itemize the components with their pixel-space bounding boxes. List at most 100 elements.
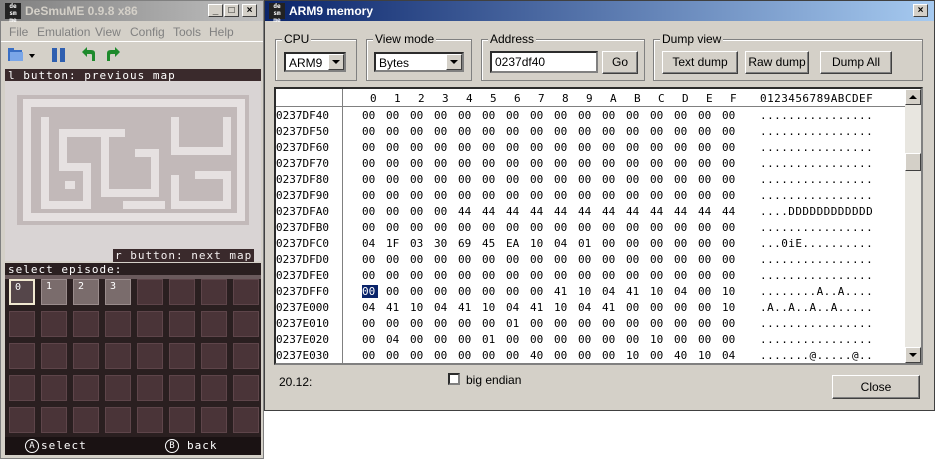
memory-byte[interactable]: 00 <box>674 109 694 122</box>
memory-byte[interactable]: 00 <box>386 157 406 170</box>
memory-byte[interactable]: 00 <box>434 221 454 234</box>
scroll-down-icon[interactable] <box>905 347 921 363</box>
memory-byte[interactable]: 03 <box>410 237 430 250</box>
memory-byte[interactable]: 00 <box>482 109 502 122</box>
memory-byte[interactable]: 00 <box>626 333 646 346</box>
memory-byte[interactable]: 00 <box>722 189 742 202</box>
memory-byte[interactable]: 00 <box>386 221 406 234</box>
locked-tile[interactable] <box>73 343 99 369</box>
memory-byte[interactable]: 00 <box>626 317 646 330</box>
memory-byte[interactable]: 44 <box>506 205 526 218</box>
go-button[interactable]: Go <box>602 51 638 74</box>
memory-byte[interactable]: 00 <box>362 157 382 170</box>
menu-emulation[interactable]: Emulation <box>37 25 90 39</box>
memory-byte[interactable]: 00 <box>386 173 406 186</box>
dump-all-button[interactable]: Dump All <box>820 51 892 74</box>
memory-byte[interactable]: 00 <box>602 221 622 234</box>
locked-tile[interactable] <box>233 343 259 369</box>
memory-byte[interactable]: 00 <box>578 269 598 282</box>
memory-byte[interactable]: 00 <box>578 189 598 202</box>
memory-byte[interactable]: 00 <box>362 173 382 186</box>
locked-tile[interactable] <box>233 407 259 433</box>
locked-tile[interactable] <box>201 407 227 433</box>
memory-byte[interactable]: 00 <box>410 317 430 330</box>
memory-byte[interactable]: 00 <box>650 141 670 154</box>
memory-byte[interactable]: 00 <box>578 253 598 266</box>
memory-byte[interactable]: 00 <box>530 189 550 202</box>
locked-tile[interactable] <box>137 311 163 337</box>
maximize-icon[interactable]: □ <box>224 4 239 17</box>
memory-byte[interactable]: 04 <box>722 349 742 362</box>
locked-tile[interactable] <box>105 407 131 433</box>
memory-byte[interactable]: 00 <box>650 109 670 122</box>
locked-tile[interactable] <box>73 375 99 401</box>
memory-byte[interactable]: 00 <box>698 317 718 330</box>
memory-byte[interactable]: 00 <box>386 317 406 330</box>
memory-byte[interactable]: 00 <box>386 109 406 122</box>
memory-byte[interactable]: 00 <box>722 157 742 170</box>
memory-byte[interactable]: 00 <box>410 285 430 298</box>
memory-byte[interactable]: 00 <box>626 237 646 250</box>
memory-byte[interactable]: 00 <box>722 221 742 234</box>
scroll-up-icon[interactable] <box>905 89 921 105</box>
memory-byte[interactable]: 00 <box>602 141 622 154</box>
chevron-down-icon[interactable] <box>328 54 344 70</box>
memory-byte[interactable]: 00 <box>482 125 502 138</box>
memory-byte[interactable]: 00 <box>674 157 694 170</box>
memory-byte[interactable]: 00 <box>626 301 646 314</box>
memory-byte[interactable]: 00 <box>674 221 694 234</box>
memory-byte[interactable]: 00 <box>386 269 406 282</box>
memory-byte[interactable]: 01 <box>506 317 526 330</box>
memory-byte[interactable]: 00 <box>482 173 502 186</box>
memory-byte[interactable]: 00 <box>578 333 598 346</box>
locked-tile[interactable] <box>9 407 35 433</box>
footer-back[interactable]: back <box>187 439 218 452</box>
memory-byte[interactable]: 00 <box>434 189 454 202</box>
memory-byte[interactable]: 40 <box>530 349 550 362</box>
memory-byte[interactable]: 00 <box>506 285 526 298</box>
memory-byte[interactable]: 00 <box>554 221 574 234</box>
memory-byte[interactable]: 00 <box>554 317 574 330</box>
memory-byte[interactable]: 00 <box>650 173 670 186</box>
memory-byte[interactable]: 41 <box>530 301 550 314</box>
menu-view[interactable]: View <box>95 25 121 39</box>
memory-byte[interactable]: 04 <box>506 301 526 314</box>
memory-byte[interactable]: 00 <box>578 173 598 186</box>
memory-byte[interactable]: 00 <box>554 157 574 170</box>
memory-byte[interactable]: 00 <box>554 269 574 282</box>
memory-byte[interactable]: 00 <box>410 141 430 154</box>
locked-tile[interactable] <box>73 407 99 433</box>
undo-icon[interactable] <box>81 46 101 64</box>
memory-byte[interactable]: 00 <box>362 317 382 330</box>
memory-byte[interactable]: 00 <box>650 237 670 250</box>
memory-byte[interactable]: 44 <box>650 205 670 218</box>
memory-byte[interactable]: 00 <box>554 333 574 346</box>
memory-byte[interactable]: 00 <box>554 189 574 202</box>
memory-byte[interactable]: 00 <box>722 269 742 282</box>
memory-byte[interactable]: 00 <box>434 205 454 218</box>
memory-byte[interactable]: 41 <box>602 301 622 314</box>
memory-byte[interactable]: 00 <box>626 141 646 154</box>
scroll-thumb[interactable] <box>905 153 921 171</box>
big-endian-checkbox[interactable] <box>448 373 460 385</box>
ds-top-screen[interactable]: l button: previous map r button: next ma… <box>5 69 261 262</box>
memory-byte[interactable]: 00 <box>362 141 382 154</box>
memory-byte[interactable]: 00 <box>434 173 454 186</box>
memory-byte[interactable]: 00 <box>578 109 598 122</box>
locked-tile[interactable] <box>169 311 195 337</box>
memory-byte[interactable]: 00 <box>578 349 598 362</box>
memory-byte[interactable]: 41 <box>626 285 646 298</box>
episode-tile-3[interactable]: 3 <box>105 279 131 305</box>
locked-tile[interactable] <box>201 279 227 305</box>
memory-byte[interactable]: 00 <box>554 109 574 122</box>
memory-byte[interactable]: 00 <box>410 173 430 186</box>
locked-tile[interactable] <box>41 375 67 401</box>
memory-byte[interactable]: 10 <box>578 285 598 298</box>
memory-byte[interactable]: 00 <box>602 109 622 122</box>
memory-byte[interactable]: 00 <box>626 269 646 282</box>
memory-byte[interactable]: 00 <box>698 125 718 138</box>
memory-byte[interactable]: 00 <box>626 253 646 266</box>
memory-byte[interactable]: 00 <box>458 221 478 234</box>
memory-byte[interactable]: 00 <box>674 317 694 330</box>
memory-byte[interactable]: 00 <box>674 253 694 266</box>
